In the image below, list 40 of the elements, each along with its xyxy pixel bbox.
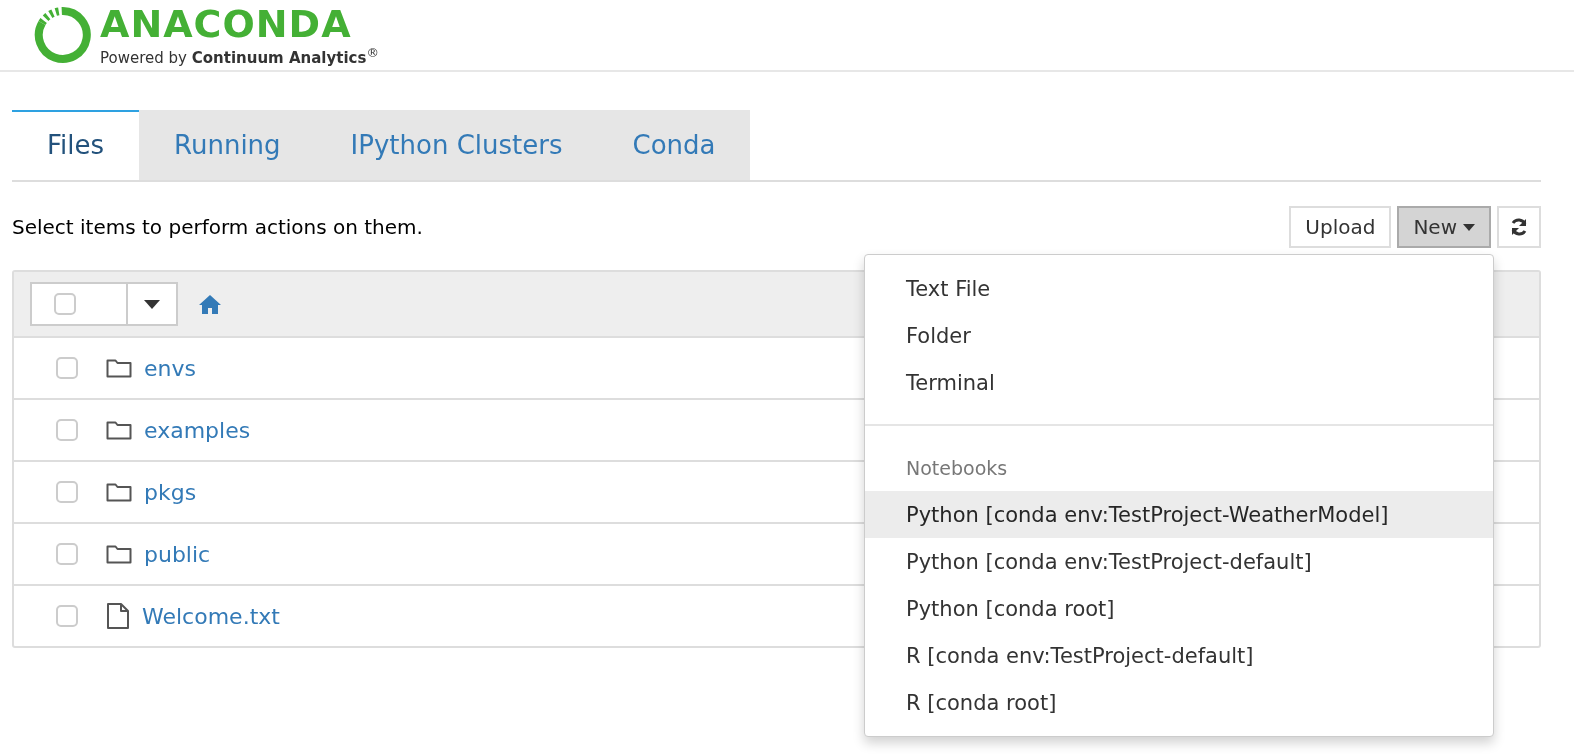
folder-icon (106, 544, 132, 564)
logo-tagline: Powered by Continuum Analytics$^{®}$ (100, 43, 379, 67)
file-link[interactable]: public (144, 541, 211, 567)
row-checkbox[interactable] (56, 481, 78, 503)
refresh-button[interactable] (1497, 206, 1541, 248)
menu-section-header: Notebooks (905, 455, 1009, 481)
menu-item[interactable]: Text File (865, 265, 1493, 312)
folder-icon (106, 358, 132, 378)
file-link[interactable]: examples (144, 417, 251, 443)
file-link[interactable]: Welcome.txt (142, 603, 280, 629)
menu-item[interactable]: Python [conda env:TestProject-default] (865, 538, 1493, 585)
menu-item[interactable]: R [conda env:TestProject-default] (865, 632, 1493, 679)
row-checkbox[interactable] (56, 419, 78, 441)
new-button[interactable]: New (1397, 206, 1491, 248)
folder-icon (106, 482, 132, 502)
menu-item[interactable]: Python [conda env:TestProject-WeatherModel] (865, 491, 1493, 538)
select-all-control[interactable] (30, 282, 178, 326)
tab[interactable]: Running (139, 110, 316, 180)
menu-item[interactable]: R [conda root] (865, 679, 1493, 726)
row-checkbox[interactable] (56, 605, 78, 627)
folder-icon (106, 420, 132, 440)
row-checkbox[interactable] (56, 357, 78, 379)
caret-icon (144, 299, 160, 309)
file-icon (106, 603, 130, 629)
refresh-icon (1509, 217, 1529, 237)
menu-item[interactable]: Terminal (865, 359, 1493, 406)
instruction-text: Select items to perform actions on them. (12, 215, 423, 239)
logo-wordmark: ANACONDA (100, 3, 353, 44)
ring-logo-icon (34, 6, 92, 64)
home-icon[interactable] (198, 293, 222, 315)
file-link[interactable]: envs (144, 355, 196, 381)
caret-icon (1463, 223, 1475, 231)
upload-button[interactable]: Upload (1289, 206, 1392, 248)
file-link[interactable]: pkgs (144, 479, 197, 505)
select-all-checkbox[interactable] (54, 293, 76, 315)
tab[interactable]: Conda (597, 110, 751, 180)
menu-item[interactable]: Python [conda root] (865, 585, 1493, 632)
row-checkbox[interactable] (56, 543, 78, 565)
tab[interactable]: IPython Clusters (315, 110, 598, 180)
menu-item[interactable]: Folder (865, 312, 1493, 359)
